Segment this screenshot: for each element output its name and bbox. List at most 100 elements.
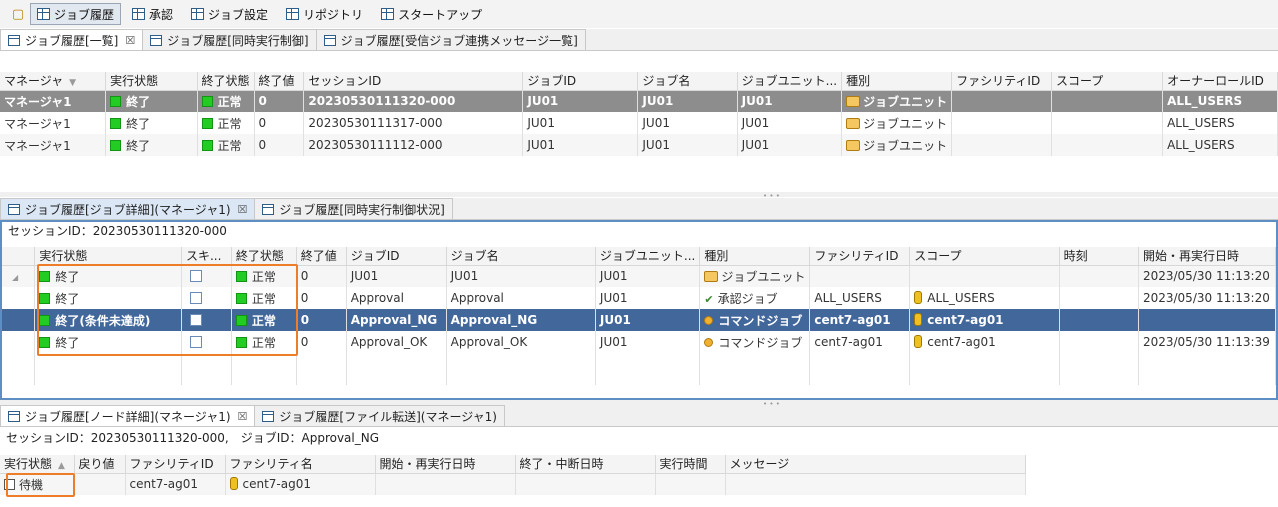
col-header[interactable]: スコープ: [1051, 72, 1164, 91]
col-header[interactable]: ファシリティID: [951, 72, 1053, 91]
status-green-icon: [110, 95, 122, 107]
col-header[interactable]: スキ...: [181, 247, 232, 266]
tab-job-detail[interactable]: ジョブ履歴[ジョブ詳細](マネージャ1) ☒: [0, 198, 256, 219]
close-icon[interactable]: ☒: [238, 203, 248, 216]
col-header[interactable]: 終了状態: [197, 72, 255, 91]
table-row[interactable]: マネージャ1 終了 正常 0 20230530111320-000 JU01 J…: [0, 90, 1278, 112]
col-header[interactable]: セッションID: [303, 72, 524, 91]
table-header-row: 実行状態 スキ... 終了状態 終了値 ジョブID ジョブ名 ジョブユニット..…: [2, 247, 1277, 266]
command-job-icon: [704, 315, 714, 325]
col-header[interactable]: ジョブユニット...: [595, 247, 701, 266]
col-header[interactable]: ファシリティ名: [225, 455, 376, 474]
toolbar-approval-button[interactable]: 承認: [125, 3, 180, 25]
job-history-table: マネージャ ▼ 実行状態 終了状態 終了値 セッションID ジョブID ジョブ名 …: [0, 72, 1278, 156]
session-id-label: セッションID：20230530111320-000: [8, 224, 227, 238]
col-header[interactable]: 終了・中断日時: [515, 455, 656, 474]
table-row[interactable]: 終了 正常 0 Approval_OK Approval_OK JU01 コマン…: [2, 331, 1277, 353]
table-row[interactable]: ◢ 終了 正常 0 JU01 JU01 JU01 ジョブユニット 2023/05…: [2, 265, 1277, 287]
col-header[interactable]: ジョブID: [346, 247, 447, 266]
table-row[interactable]: マネージャ1 終了 正常 0 20230530111317-000 JU01 J…: [0, 112, 1278, 134]
view-icon: [262, 410, 275, 422]
col-header[interactable]: オーナーロールID: [1162, 72, 1278, 91]
col-header: [2, 247, 36, 266]
col-header[interactable]: 戻り値: [74, 455, 126, 474]
status-green-icon: [201, 95, 213, 107]
view-icon: [8, 203, 20, 215]
col-header[interactable]: ファシリティID: [125, 455, 226, 474]
status-green-icon: [201, 139, 213, 151]
col-header[interactable]: ジョブユニット...: [737, 72, 843, 91]
col-header[interactable]: ジョブID: [522, 72, 639, 91]
table-header-row: マネージャ ▼ 実行状態 終了状態 終了値 セッションID ジョブID ジョブ名 …: [0, 72, 1278, 91]
status-green-icon: [235, 336, 247, 348]
jobunit-icon: [846, 95, 861, 107]
col-header[interactable]: 時刻: [1059, 247, 1139, 266]
col-header[interactable]: 終了状態: [231, 247, 297, 266]
scope-node-icon: [914, 335, 923, 348]
job-detail-table: 実行状態 スキ... 終了状態 終了値 ジョブID ジョブ名 ジョブユニット..…: [2, 247, 1277, 385]
jobunit-icon: [846, 139, 861, 151]
tab-concurrency-status[interactable]: ジョブ履歴[同時実行制御状況]: [254, 198, 453, 219]
col-header[interactable]: 種別: [841, 72, 953, 91]
col-header[interactable]: ジョブ名: [446, 247, 596, 266]
col-header[interactable]: マネージャ ▼: [0, 72, 107, 91]
col-header[interactable]: ジョブ名: [637, 72, 738, 91]
tree-collapse-icon[interactable]: ◢: [12, 273, 18, 282]
toolbar-startup-button[interactable]: スタートアップ: [374, 3, 489, 25]
toolbar-job-settings-button[interactable]: ジョブ設定: [184, 3, 275, 25]
perspective-toolbar: ▢ ジョブ履歴 承認 ジョブ設定 リポジトリ スタートアップ: [0, 0, 1278, 28]
job-detail-panel: セッションID：20230530111320-000 実行状態 スキ... 終了…: [0, 220, 1278, 400]
table-row[interactable]: 終了(条件未達成) 正常 0 Approval_NG Approval_NG J…: [2, 309, 1277, 331]
table-row[interactable]: 待機 cent7-ag01 cent7-ag01: [0, 473, 1026, 495]
node-detail-table: 実行状態 ▲ 戻り値 ファシリティID ファシリティ名 開始・再実行日時 終了・中…: [0, 455, 1026, 495]
scope-node-icon: [914, 313, 923, 326]
skip-checkbox[interactable]: [189, 314, 202, 326]
mid-tabbar: ジョブ履歴[ジョブ詳細](マネージャ1) ☒ ジョブ履歴[同時実行制御状況]: [0, 198, 1278, 220]
tab-concurrency-control[interactable]: ジョブ履歴[同時実行制御]: [142, 29, 317, 50]
col-header[interactable]: ファシリティID: [809, 247, 911, 266]
col-header[interactable]: 実行状態 ▲: [0, 455, 75, 474]
top-tabbar: ジョブ履歴[一覧] ☒ ジョブ履歴[同時実行制御] ジョブ履歴[受信ジョブ連携メッ…: [0, 29, 1278, 51]
skip-checkbox[interactable]: [189, 270, 202, 283]
col-header[interactable]: 実行状態: [105, 72, 198, 91]
node-detail-panel: セッションID：20230530111320-000, ジョブID：Approv…: [0, 427, 1278, 507]
close-icon[interactable]: ☒: [125, 34, 135, 47]
view-icon: [262, 203, 275, 215]
col-header[interactable]: 実行状態: [34, 247, 182, 266]
col-header[interactable]: 終了値: [296, 247, 347, 266]
skip-checkbox[interactable]: [189, 292, 202, 304]
status-green-icon: [235, 314, 247, 326]
command-job-icon: [704, 337, 714, 347]
table-row[interactable]: 終了 正常 0 Approval Approval JU01 ✔ 承認ジョブ AL…: [2, 287, 1277, 309]
col-header[interactable]: 実行時間: [655, 455, 726, 474]
node-session-label: セッションID：20230530111320-000, ジョブID：Approv…: [6, 431, 380, 445]
open-perspective-icon[interactable]: ▢: [10, 6, 26, 22]
sort-up-icon: ▲: [58, 461, 65, 472]
tab-received-job-messages[interactable]: ジョブ履歴[受信ジョブ連携メッセージ一覧]: [315, 29, 586, 50]
toolbar-repository-button[interactable]: リポジトリ: [279, 3, 370, 25]
tab-node-detail[interactable]: ジョブ履歴[ノード詳細](マネージャ1) ☒: [0, 405, 256, 426]
status-green-icon: [110, 117, 122, 129]
table-icon: [286, 8, 300, 20]
table-row[interactable]: マネージャ1 終了 正常 0 20230530111112-000 JU01 J…: [0, 134, 1278, 156]
col-header[interactable]: 開始・再実行日時: [375, 455, 516, 474]
node-icon: [229, 477, 238, 491]
col-header[interactable]: スコープ: [909, 247, 1060, 266]
tab-job-history-list[interactable]: ジョブ履歴[一覧] ☒: [0, 29, 144, 50]
view-icon: [323, 34, 336, 46]
col-header[interactable]: 種別: [699, 247, 811, 266]
sash-top[interactable]: • • •: [0, 192, 1278, 200]
skip-checkbox[interactable]: [189, 336, 202, 348]
job-history-list-panel: マネージャ ▼ 実行状態 終了状態 終了値 セッションID ジョブID ジョブ名 …: [0, 51, 1278, 192]
status-green-icon: [110, 139, 122, 151]
col-header[interactable]: メッセージ: [725, 455, 1026, 474]
close-icon[interactable]: ☒: [238, 410, 248, 423]
table-filler-row: [2, 353, 1277, 385]
jobunit-icon: [704, 270, 719, 282]
col-header[interactable]: 開始・再実行日時: [1138, 247, 1277, 266]
col-header[interactable]: 終了値: [254, 72, 305, 91]
tab-file-transfer[interactable]: ジョブ履歴[ファイル転送](マネージャ1): [254, 405, 505, 426]
jobunit-icon: [846, 117, 861, 129]
bottom-tabbar: ジョブ履歴[ノード詳細](マネージャ1) ☒ ジョブ履歴[ファイル転送](マネージ…: [0, 405, 1278, 427]
toolbar-job-history-button[interactable]: ジョブ履歴: [30, 3, 122, 25]
